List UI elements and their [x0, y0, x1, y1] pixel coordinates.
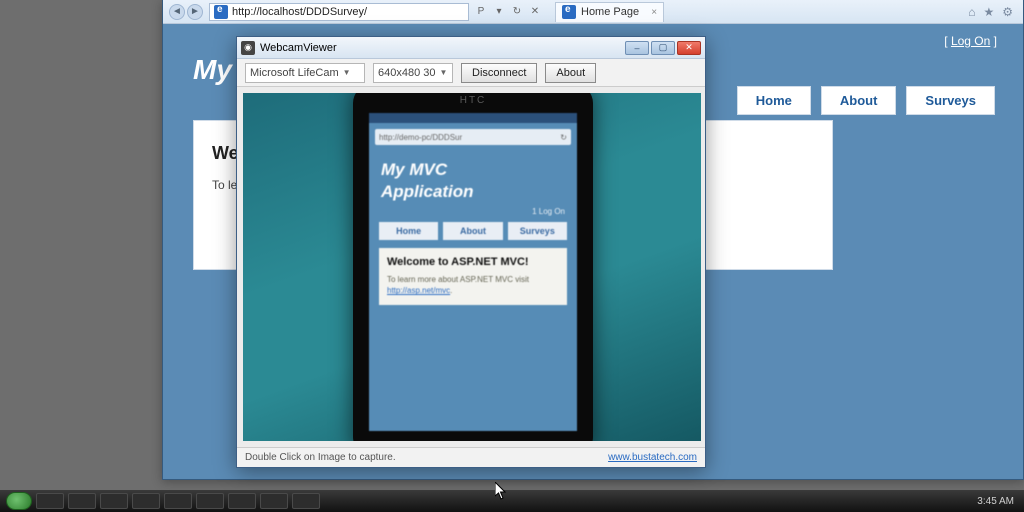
about-button[interactable]: About — [545, 63, 596, 83]
phone-tab-home: Home — [379, 222, 438, 240]
taskbar-item[interactable] — [292, 493, 320, 509]
phone-card-body-text: To learn more about ASP.NET MVC visit — [387, 275, 529, 284]
taskbar-item[interactable] — [100, 493, 128, 509]
phone-tab-surveys: Surveys — [508, 222, 567, 240]
forward-button[interactable]: ► — [187, 4, 203, 20]
phone-url-bar: http://demo-pc/DDDSur ↻ — [375, 129, 571, 145]
phone-tabs: Home About Surveys — [369, 222, 577, 240]
phone-brand: HTC — [353, 95, 593, 106]
webcam-title: WebcamViewer — [260, 42, 337, 54]
address-text: http://localhost/DDDSurvey/ — [232, 6, 464, 18]
chevron-down-icon: ▼ — [440, 68, 448, 77]
webcam-window: ◉ WebcamViewer – ▢ ✕ Microsoft LifeCam ▼… — [236, 36, 706, 468]
taskbar-item[interactable] — [164, 493, 192, 509]
minimize-button[interactable]: – — [625, 41, 649, 55]
phone-card-body: To learn more about ASP.NET MVC visit ht… — [387, 274, 559, 296]
taskbar-item[interactable] — [228, 493, 256, 509]
search-icon[interactable]: P — [475, 6, 487, 18]
webcam-app-icon: ◉ — [241, 41, 255, 55]
nav-buttons: ◄ ► — [169, 4, 203, 20]
camera-select-value: Microsoft LifeCam — [250, 67, 339, 79]
resolution-select[interactable]: 640x480 30 ▼ — [373, 63, 453, 83]
address-suffix: P ▾ ↻ ✕ — [475, 6, 541, 18]
phone-title-line1: My MVC — [381, 159, 565, 181]
webcam-footer-link[interactable]: www.bustatech.com — [608, 452, 697, 463]
logon-link[interactable]: Log On — [951, 34, 990, 48]
favorites-icon[interactable]: ★ — [983, 5, 994, 19]
tab-home[interactable]: Home — [737, 86, 811, 115]
address-bar[interactable]: http://localhost/DDDSurvey/ — [209, 3, 469, 21]
webcam-view[interactable]: HTC http://demo-pc/DDDSur ↻ My MVC Appli… — [243, 93, 701, 441]
phone-card-link: http://asp.net/mvc — [387, 286, 450, 295]
tools-icon[interactable]: ⚙ — [1002, 5, 1013, 19]
refresh-icon[interactable]: ↻ — [511, 6, 523, 18]
stop-icon[interactable]: ✕ — [529, 6, 541, 18]
browser-toolbar-icons: ⌂ ★ ⚙ — [968, 5, 1023, 19]
webcam-footer: Double Click on Image to capture. www.bu… — [237, 447, 705, 467]
taskbar-item[interactable] — [132, 493, 160, 509]
cursor-icon — [495, 482, 507, 500]
camera-select[interactable]: Microsoft LifeCam ▼ — [245, 63, 365, 83]
start-button[interactable] — [6, 492, 32, 510]
phone-screen: http://demo-pc/DDDSur ↻ My MVC Applicati… — [369, 113, 577, 431]
phone-date: 1 Log On — [369, 203, 577, 222]
phone-tab-about: About — [443, 222, 502, 240]
resolution-select-value: 640x480 30 — [378, 67, 436, 79]
disconnect-button[interactable]: Disconnect — [461, 63, 537, 83]
window-caption-buttons: – ▢ ✕ — [625, 41, 701, 55]
maximize-button[interactable]: ▢ — [651, 41, 675, 55]
tab-surveys[interactable]: Surveys — [906, 86, 995, 115]
taskbar-item[interactable] — [36, 493, 64, 509]
taskbar: 3:45 AM — [0, 490, 1024, 512]
webcam-hint: Double Click on Image to capture. — [245, 452, 396, 463]
phone-app-title: My MVC Application — [369, 151, 577, 203]
webcam-toolbar: Microsoft LifeCam ▼ 640x480 30 ▼ Disconn… — [237, 59, 705, 87]
chevron-down-icon: ▼ — [343, 68, 351, 77]
tab-favicon — [562, 5, 576, 19]
logon-bar: [ Log On ] — [944, 34, 997, 48]
browser-chrome: ◄ ► http://localhost/DDDSurvey/ P ▾ ↻ ✕ … — [163, 0, 1023, 24]
phone-card: Welcome to ASP.NET MVC! To learn more ab… — [379, 248, 567, 304]
dropdown-icon[interactable]: ▾ — [493, 6, 505, 18]
taskbar-item[interactable] — [196, 493, 224, 509]
nav-tabs: Home About Surveys — [737, 86, 995, 115]
browser-tab[interactable]: Home Page × — [555, 2, 664, 22]
home-icon[interactable]: ⌂ — [968, 5, 975, 19]
phone-title-line2: Application — [381, 181, 565, 203]
phone-url-text: http://demo-pc/DDDSur — [379, 133, 462, 142]
taskbar-clock[interactable]: 3:45 AM — [977, 496, 1018, 507]
phone-device: HTC http://demo-pc/DDDSur ↻ My MVC Appli… — [353, 93, 593, 441]
ie-icon — [214, 5, 228, 19]
close-button[interactable]: ✕ — [677, 41, 701, 55]
phone-refresh-icon: ↻ — [560, 133, 567, 142]
close-tab-icon[interactable]: × — [651, 7, 657, 18]
back-button[interactable]: ◄ — [169, 4, 185, 20]
webcam-titlebar[interactable]: ◉ WebcamViewer – ▢ ✕ — [237, 37, 705, 59]
phone-card-heading: Welcome to ASP.NET MVC! — [387, 256, 559, 268]
tab-title: Home Page — [581, 6, 639, 18]
taskbar-item[interactable] — [260, 493, 288, 509]
taskbar-item[interactable] — [68, 493, 96, 509]
tab-about[interactable]: About — [821, 86, 897, 115]
phone-status-bar — [369, 113, 577, 123]
